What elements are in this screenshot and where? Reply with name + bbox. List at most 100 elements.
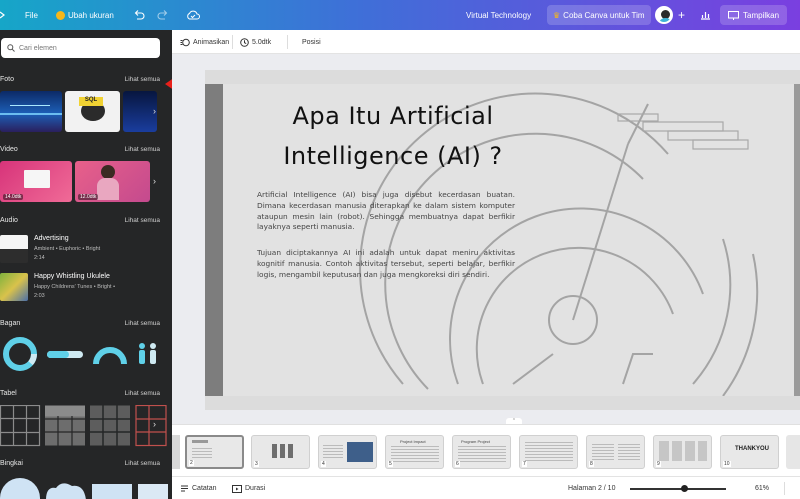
table-element[interactable] <box>0 404 41 447</box>
chevron-right-icon[interactable]: › <box>153 176 156 186</box>
photo-thumbnail[interactable] <box>0 91 62 132</box>
frame-element[interactable] <box>0 478 40 499</box>
duration-label: Durasi <box>245 485 266 492</box>
audio-cover <box>0 235 28 263</box>
frame-element[interactable] <box>92 484 132 499</box>
donut-chart-element[interactable] <box>3 337 37 371</box>
file-label: File <box>25 10 38 20</box>
resize-label: Ubah ukuran <box>68 10 114 20</box>
page-thumbnail[interactable]: 9 <box>653 435 712 469</box>
duration-button[interactable]: Durasi <box>232 477 265 499</box>
zoom-level-text: 61% <box>755 485 770 492</box>
zoom-slider-track[interactable] <box>630 488 726 490</box>
search-input[interactable]: Cari elemen <box>1 38 160 58</box>
audio-item[interactable]: Happy Whistling Ukulele Happy Childrens'… <box>0 273 170 307</box>
see-all-tabel[interactable]: Lihat semua <box>125 390 160 397</box>
section-title-tabel: Tabel <box>0 390 17 397</box>
frame-element[interactable] <box>138 484 168 499</box>
redo-icon[interactable] <box>157 0 169 30</box>
see-all-foto[interactable]: Lihat semua <box>125 76 160 83</box>
timing-button[interactable]: 5.0dtk <box>240 30 271 54</box>
audio-duration: 2:14 <box>34 255 45 261</box>
thumb-title: THANKYOU <box>735 446 769 452</box>
page-number: 2 <box>189 460 194 466</box>
page-thumbnail[interactable]: 8 <box>586 435 645 469</box>
add-page-button[interactable] <box>786 435 800 469</box>
page-thumbnail-partial[interactable] <box>172 435 180 469</box>
photo-thumbnail[interactable]: SQL <box>65 91 120 132</box>
page-number: 10 <box>723 461 731 467</box>
footer-bar: Catatan Durasi Halaman 2 / 10 61% <box>172 476 800 499</box>
add-collaborator-icon[interactable]: + <box>678 0 685 30</box>
section-title-foto: Foto <box>0 76 15 83</box>
frame-elements-row <box>0 476 172 499</box>
page-thumbnail[interactable]: Program Project 6 <box>452 435 511 469</box>
table-element[interactable] <box>90 405 130 446</box>
undo-icon[interactable] <box>133 0 145 30</box>
chevron-right-icon[interactable]: › <box>153 419 156 429</box>
slide-title-line1[interactable]: Apa Itu Artificial <box>243 102 543 130</box>
home-icon[interactable] <box>0 0 10 30</box>
video-thumbnail[interactable]: 12.0dtk <box>75 161 150 202</box>
cloud-saved-icon[interactable] <box>186 0 200 30</box>
audio-item[interactable]: Advertising Ambient • Euphoric • Bright … <box>0 235 170 269</box>
chart-elements-row <box>0 336 172 376</box>
circuit-decoration <box>359 92 759 396</box>
crown-icon <box>56 10 65 20</box>
clock-icon <box>240 37 249 47</box>
video-thumbnail[interactable]: 14.0dtk <box>0 161 72 202</box>
people-icon[interactable] <box>139 343 156 364</box>
page-indicator-text: Halaman 2 / 10 <box>568 485 616 492</box>
video-duration: 14.0dtk <box>3 194 24 200</box>
chevron-right-icon[interactable]: › <box>153 106 156 116</box>
section-title-bagan: Bagan <box>0 320 21 327</box>
slide-right-bar <box>794 84 800 396</box>
position-button[interactable]: Posisi <box>302 30 321 54</box>
page-thumbnail[interactable]: Project Impact 5 <box>385 435 444 469</box>
present-icon <box>728 10 739 20</box>
divider <box>287 35 288 49</box>
notes-icon <box>181 485 188 492</box>
photo-thumbnail[interactable] <box>123 91 157 132</box>
page-thumbnail[interactable]: THANKYOU 10 <box>720 435 779 469</box>
page-thumbnail[interactable]: 7 <box>519 435 578 469</box>
audio-title: Happy Whistling Ukulele <box>34 273 110 280</box>
see-all-video[interactable]: Lihat semua <box>125 146 160 153</box>
present-button[interactable]: Tampilkan <box>720 5 788 25</box>
page-thumbnail[interactable]: 4 <box>318 435 377 469</box>
table-element[interactable] <box>135 404 167 447</box>
zoom-slider-handle[interactable] <box>681 485 688 492</box>
zoom-level[interactable]: 61% <box>755 477 769 499</box>
insights-icon[interactable] <box>700 0 711 30</box>
top-bar: File Ubah ukuran Virtual Technology ♛ Co… <box>0 0 800 30</box>
slide-page[interactable]: Apa Itu Artificial Intelligence (AI) ? A… <box>205 70 800 410</box>
avatar[interactable] <box>655 0 673 30</box>
page-number: 6 <box>455 461 460 467</box>
divider <box>784 482 785 495</box>
see-all-audio[interactable]: Lihat semua <box>125 217 160 224</box>
table-element[interactable] <box>45 405 85 447</box>
see-all-bingkai[interactable]: Lihat semua <box>125 460 160 467</box>
audio-title: Advertising <box>34 235 69 242</box>
slide-paragraph-1[interactable]: Artificial Intelligence (AI) bisa juga d… <box>257 190 515 233</box>
see-all-bagan[interactable]: Lihat semua <box>125 320 160 327</box>
frame-element[interactable] <box>46 483 86 499</box>
try-canva-team-button[interactable]: ♛ Coba Canva untuk Tim <box>547 5 651 25</box>
page-thumbnail[interactable]: 2 <box>185 435 244 469</box>
page-indicator[interactable]: Halaman 2 / 10 <box>568 477 615 499</box>
gauge-element[interactable] <box>93 347 127 365</box>
notes-button[interactable]: Catatan <box>180 477 217 499</box>
progress-bar-element[interactable] <box>47 351 83 358</box>
section-title-bingkai: Bingkai <box>0 460 23 467</box>
file-menu[interactable]: File <box>25 0 38 30</box>
slide-paragraph-2[interactable]: Tujuan diciptakannya AI ini adalah untuk… <box>257 248 515 280</box>
page-number: 3 <box>254 461 259 467</box>
page-thumbnail[interactable]: 3 <box>251 435 310 469</box>
resize-button[interactable]: Ubah ukuran <box>56 0 114 30</box>
slide-left-bar <box>205 84 223 396</box>
audio-cover <box>0 273 28 301</box>
document-title[interactable]: Virtual Technology <box>466 0 531 30</box>
page-number: 5 <box>388 461 393 467</box>
slide-title-line2[interactable]: Intelligence (AI) ? <box>243 142 543 170</box>
animate-button[interactable]: Animasikan <box>180 30 229 54</box>
